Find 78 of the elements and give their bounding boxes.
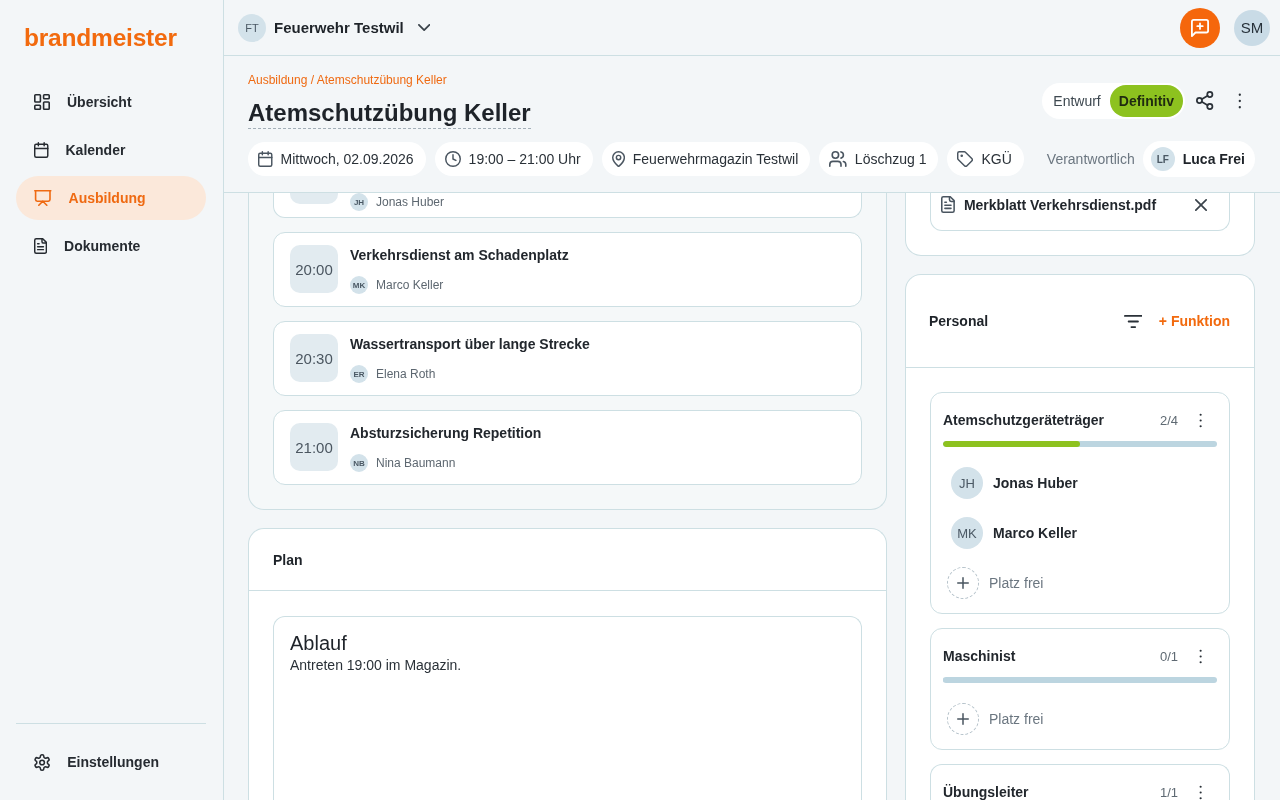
schedule-item[interactable]: 21:00 Absturzsicherung Repetition NB Nina Baumann	[273, 410, 862, 485]
organization-switcher[interactable]: FT Feuerwehr Testwil	[238, 13, 431, 42]
slot-count: 1/1	[1159, 784, 1178, 800]
message-plus-icon	[1191, 18, 1209, 37]
schedule-item-title: Absturzsicherung Repetition	[350, 424, 542, 443]
map-pin-icon	[611, 151, 625, 167]
person-name: Marco Keller	[376, 278, 444, 292]
document-icon	[34, 238, 48, 254]
file-item[interactable]: Merkblatt Verkehrsdienst.pdf	[930, 193, 1230, 231]
avatar: NB	[350, 454, 368, 472]
avatar: JH	[951, 467, 983, 499]
card-title: Plan	[273, 551, 303, 568]
brand-logo: brandmeister	[24, 24, 177, 52]
slot-count: 2/4	[1159, 412, 1178, 428]
schedule-item[interactable]: 20:00 Verkehrsdienst am Schadenplatz MK Marco Keller	[273, 232, 862, 307]
nav-item[interactable]: Kalender	[16, 128, 206, 172]
close-icon	[1195, 199, 1207, 211]
person-chip[interactable]: LF Luca Frei	[1142, 141, 1255, 177]
add-comment-button[interactable]	[1180, 7, 1220, 48]
avatar: FT	[238, 13, 266, 42]
time-badge: 21:00	[290, 423, 338, 471]
editor-heading: Ablauf	[290, 631, 347, 655]
kebab-menu-icon	[1199, 784, 1203, 800]
avatar: LF	[1150, 147, 1175, 171]
card-title: Personal	[929, 313, 989, 329]
status-option[interactable]: Definitiv	[1109, 84, 1183, 117]
tag-chip[interactable]: KGÜ	[947, 142, 1024, 176]
nav-item[interactable]: Dokumente	[16, 224, 206, 268]
people-icon	[829, 151, 847, 167]
presentation-board-icon	[34, 190, 52, 206]
schedule-item[interactable]: 20:30 Wassertransport über lange Strecke ER Elena Roth	[273, 321, 862, 396]
person-name: Nina Baumann	[376, 456, 456, 470]
open-slot-button[interactable]: Platz frei	[943, 694, 1044, 744]
member-name: Marco Keller	[993, 525, 1078, 541]
nav-item[interactable]: Übersicht	[16, 80, 206, 124]
function-name: Atemschutzgeräteträger	[943, 412, 1105, 428]
calendar-icon	[258, 151, 273, 167]
schedule-item-title: Verkehrsdienst am Schadenplatz	[350, 246, 569, 265]
date-chip[interactable]: Mittwoch, 02.09.2026	[248, 142, 426, 176]
editor-paragraph: Antreten 19:00 im Magazin.	[290, 656, 462, 675]
file-name: Merkblatt Verkehrsdienst.pdf	[963, 196, 1157, 215]
function-name: Übungsleiter	[943, 784, 1029, 800]
schedule-item-title: Wassertransport über lange Strecke	[350, 335, 590, 354]
document-icon	[941, 196, 955, 213]
time-chip[interactable]: 19:00 – 21:00 Uhr	[434, 142, 593, 176]
dashboard-icon	[34, 94, 50, 110]
avatar: MK	[951, 517, 983, 549]
time-badge: 20:30	[290, 334, 338, 382]
time-badge	[290, 193, 338, 204]
kebab-menu-icon	[1199, 412, 1203, 428]
function-name: Maschinist	[943, 648, 1016, 664]
avatar: ER	[350, 365, 368, 383]
chevron-down-icon	[417, 24, 431, 31]
open-slot-button[interactable]: Platz frei	[943, 558, 1044, 608]
slot-count: 0/1	[1159, 648, 1178, 664]
settings-icon	[34, 753, 51, 771]
group-chip[interactable]: Löschzug 1	[819, 142, 939, 176]
avatar: MK	[350, 276, 368, 294]
time-badge: 20:00	[290, 245, 338, 293]
location-chip[interactable]: Feuerwehrmagazin Testwil	[601, 142, 811, 176]
status-option[interactable]: Entwurf	[1044, 84, 1110, 117]
nav-item[interactable]: Einstellungen	[16, 740, 206, 784]
kebab-menu-icon	[1199, 648, 1203, 664]
calendar-icon	[34, 142, 49, 158]
filter-icon	[1123, 314, 1143, 328]
member-name: Jonas Huber	[993, 475, 1078, 491]
field-label: Verantwortlich	[1046, 151, 1135, 167]
share-icon	[1196, 91, 1214, 110]
clock-icon	[444, 151, 461, 167]
tag-icon	[957, 151, 974, 167]
avatar: JH	[350, 193, 368, 211]
user-avatar[interactable]: SM	[1234, 9, 1270, 46]
person-name: Elena Roth	[376, 367, 436, 381]
plan-editor[interactable]: Ablauf Antreten 19:00 im Magazin.	[273, 616, 862, 800]
kebab-menu-icon	[1238, 92, 1242, 109]
person-name: Jonas Huber	[376, 195, 445, 209]
schedule-item[interactable]: JH Jonas Huber	[273, 193, 862, 218]
page-title[interactable]: Atemschutzübung Keller	[248, 98, 531, 129]
